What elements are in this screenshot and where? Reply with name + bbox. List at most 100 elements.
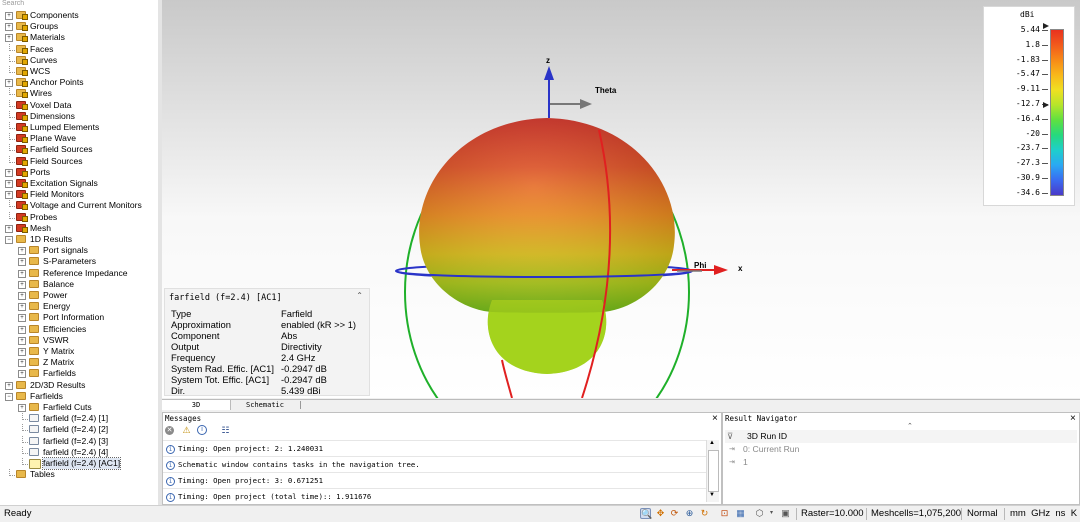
filter-icon[interactable]: ⊽ — [727, 430, 733, 443]
reset-view-icon[interactable]: ↻ — [699, 508, 710, 519]
fit-view-icon[interactable]: ⊡ — [719, 508, 730, 519]
message-line[interactable]: i Timing: Open project (total time):: 1.9… — [163, 488, 708, 505]
tree-item[interactable]: + Mesh — [0, 223, 156, 234]
error-filter-icon[interactable]: ✕ — [165, 426, 174, 435]
collapse-icon[interactable]: − — [5, 392, 13, 401]
working-plane-icon[interactable]: ▣ — [780, 508, 791, 519]
tree-item[interactable]: Probes — [0, 211, 156, 223]
tree-item[interactable]: Plane Wave — [0, 133, 156, 144]
expand-icon[interactable]: + — [18, 314, 26, 323]
tree-item[interactable]: − Farfields — [0, 391, 156, 402]
tree-item[interactable]: Farfield Sources — [0, 144, 156, 155]
expand-icon[interactable]: + — [18, 258, 26, 267]
expand-icon[interactable]: + — [5, 191, 13, 200]
collapse-icon[interactable]: ⌃ — [356, 291, 363, 300]
units-readout[interactable]: mm GHz ns K — [1010, 506, 1077, 521]
tree-item[interactable]: + Anchor Points — [0, 77, 156, 88]
message-line[interactable]: i Timing: Open project: 2: 1.240031 — [163, 440, 708, 457]
tree-item[interactable]: farfield (f=2.4) [2] — [0, 424, 156, 435]
run-id-header[interactable]: ⊽ 3D Run ID — [725, 430, 1077, 443]
tree-item[interactable]: + Farfield Cuts — [0, 402, 156, 413]
tree-item[interactable]: + Excitation Signals — [0, 178, 156, 189]
tree-item[interactable]: farfield (f=2.4) [4] — [0, 446, 156, 458]
tree-item-label: Port Information — [43, 312, 105, 323]
tree-item[interactable]: + S-Parameters — [0, 256, 156, 267]
tree-item[interactable]: Tables — [0, 469, 156, 480]
tree-item[interactable]: + Reference Impedance — [0, 268, 156, 279]
collapse-icon[interactable]: − — [5, 236, 13, 244]
expand-icon[interactable]: + — [5, 224, 13, 233]
tree-item[interactable]: Voltage and Current Monitors — [0, 200, 156, 211]
message-line[interactable]: i Schematic window contains tasks in the … — [163, 456, 708, 473]
expand-icon[interactable]: + — [5, 168, 13, 177]
tree-item[interactable]: + Field Monitors — [0, 189, 156, 200]
tree-item[interactable]: farfield (f=2.4) [3] — [0, 435, 156, 447]
scroll-thumb[interactable] — [708, 450, 719, 492]
messages-scrollbar[interactable]: ▲ ▼ — [706, 440, 719, 502]
dropdown-icon[interactable]: ▾ — [766, 508, 777, 519]
tree-item[interactable]: WCS — [0, 66, 156, 77]
expand-icon[interactable]: + — [5, 381, 13, 390]
expand-icon[interactable]: + — [18, 404, 26, 412]
tree-item[interactable]: + Power — [0, 290, 156, 301]
tree-item[interactable]: + Materials — [0, 32, 156, 43]
expand-icon[interactable]: + — [18, 269, 26, 278]
tree-item[interactable]: + Components — [0, 10, 156, 21]
tree-item[interactable]: Voxel Data — [0, 99, 156, 111]
clear-messages-icon[interactable]: ☷ — [220, 425, 231, 436]
expand-icon[interactable]: + — [5, 12, 13, 20]
expand-icon[interactable]: + — [18, 292, 26, 300]
expand-icon[interactable]: + — [18, 280, 26, 289]
tree-item[interactable]: +2D/3D Results — [0, 380, 156, 391]
tree-item[interactable]: Faces — [0, 43, 156, 55]
tree-item[interactable]: farfield (f=2.4) [1] — [0, 413, 156, 424]
tree-item[interactable]: Lumped Elements — [0, 122, 156, 133]
tree-item[interactable]: + Efficiencies — [0, 324, 156, 335]
warning-filter-icon[interactable]: ⚠ — [181, 425, 192, 436]
result-navigator-close-button[interactable]: × — [1070, 414, 1076, 424]
tree-item[interactable]: Curves — [0, 54, 156, 66]
message-line[interactable]: i Timing: Open project: 3: 0.671251 — [163, 472, 708, 489]
expand-icon[interactable]: + — [5, 180, 13, 188]
expand-icon[interactable]: + — [18, 370, 26, 379]
expand-icon[interactable]: + — [5, 79, 13, 88]
tree-item[interactable]: + Y Matrix — [0, 346, 156, 357]
rotate-icon[interactable]: ⟳ — [669, 508, 680, 519]
expand-icon[interactable]: + — [18, 247, 26, 256]
expand-icon[interactable]: + — [18, 348, 26, 356]
tree-search-input[interactable]: Search — [0, 0, 158, 8]
tree-item[interactable]: + Port signals — [0, 245, 156, 256]
expand-icon[interactable]: + — [18, 359, 26, 368]
tree-item[interactable]: + VSWR — [0, 335, 156, 346]
expand-icon[interactable]: + — [5, 23, 13, 32]
cube-icon[interactable]: ⬡ — [754, 508, 765, 519]
expand-icon[interactable]: + — [18, 303, 26, 312]
expand-icon[interactable]: + — [5, 34, 13, 43]
view-mode[interactable]: Normal — [967, 506, 998, 521]
tree-item[interactable]: + Port Information — [0, 312, 156, 323]
tab-3d[interactable]: 3D — [162, 400, 231, 410]
tree-item[interactable]: Field Sources — [0, 155, 156, 167]
tab-schematic[interactable]: Schematic — [230, 400, 300, 410]
scroll-down-icon[interactable]: ▼ — [709, 492, 715, 498]
tree-item[interactable]: + Energy — [0, 301, 156, 312]
tree-item[interactable]: + Ports — [0, 167, 156, 178]
tree-item[interactable]: + Z Matrix — [0, 357, 156, 368]
tree-item[interactable]: Wires — [0, 88, 156, 99]
tree-item[interactable]: + Balance — [0, 279, 156, 290]
expand-icon[interactable]: + — [18, 325, 26, 334]
tree-item[interactable]: − 1D Results — [0, 234, 156, 245]
tree-item[interactable]: farfield (f=2.4) [AC1] — [0, 457, 156, 470]
pan-icon[interactable]: ✥ — [655, 508, 666, 519]
zoom-region-icon[interactable]: ⊕ — [684, 508, 695, 519]
expand-icon[interactable]: + — [18, 336, 26, 345]
messages-close-button[interactable]: × — [712, 414, 718, 424]
tree-item[interactable]: + Farfields — [0, 368, 156, 379]
info-filter-icon[interactable]: i — [197, 425, 207, 435]
chevron-up-icon[interactable]: ⌃ — [907, 422, 913, 430]
grid-icon[interactable]: ▦ — [735, 508, 746, 519]
scroll-up-icon[interactable]: ▲ — [709, 440, 715, 446]
tree-item[interactable]: Dimensions — [0, 110, 156, 122]
tree-item[interactable]: + Groups — [0, 21, 156, 32]
zoom-icon[interactable]: 🔍 — [640, 508, 652, 519]
